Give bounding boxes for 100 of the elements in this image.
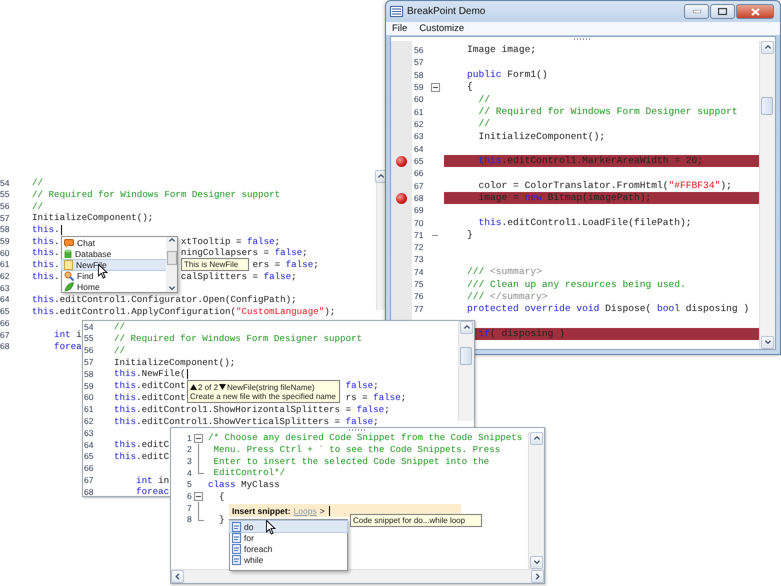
code-line: calSplitters = false; <box>180 272 297 281</box>
line-number: 67 <box>84 476 94 484</box>
scroll-thumb[interactable] <box>761 97 773 115</box>
scroll-down-button[interactable] <box>761 336 774 349</box>
line-number: 64 <box>414 144 424 154</box>
previous-overload-icon[interactable] <box>190 384 197 390</box>
snippet-item[interactable]: for <box>230 532 347 543</box>
line-number: 59 <box>0 237 10 246</box>
scroll-down-button[interactable] <box>530 556 543 569</box>
completion-item[interactable]: NewFile <box>62 260 166 270</box>
code-line: ningCollapsers = false; <box>180 248 308 258</box>
line-number: 3 <box>187 456 192 466</box>
code-line: this. <box>32 272 60 281</box>
line-number: 56 <box>414 46 424 54</box>
code-line: InitializeComponent(); <box>478 132 606 142</box>
method-description: Create a new file with the specified name <box>190 392 337 400</box>
line-number: 74 <box>414 268 424 276</box>
scroll-thumb[interactable] <box>167 251 177 265</box>
code-line: color = ColorTranslator.FromHtml("#FFBF34"); <box>478 180 732 191</box>
scroll-right-button[interactable] <box>531 570 544 583</box>
line-number: 70 <box>414 218 424 227</box>
collapse-icon[interactable] <box>431 83 440 92</box>
code-line: false; <box>346 381 379 390</box>
completion-item[interactable]: Home <box>62 281 166 292</box>
list-scrollbar[interactable] <box>166 237 177 292</box>
line-number: 68 <box>0 342 10 351</box>
snippet-icon <box>232 522 241 532</box>
tooltip: This is NewFile <box>181 258 249 271</box>
menu-item[interactable]: File <box>392 23 408 34</box>
line-number: 65 <box>0 307 10 316</box>
completion-item[interactable]: Find <box>62 270 166 282</box>
line-number: 54 <box>84 322 94 332</box>
breakpoint-icon[interactable] <box>396 156 407 167</box>
chevron-up-icon <box>764 44 772 51</box>
vertical-scrollbar[interactable] <box>528 432 544 569</box>
code-line: forea <box>53 342 82 352</box>
snippet-item[interactable]: while <box>230 554 347 565</box>
breakpoint-icon[interactable] <box>396 192 407 204</box>
code-line: ers = false; <box>252 260 319 270</box>
code-editor[interactable] <box>170 427 545 584</box>
minimize-icon <box>692 10 700 13</box>
code-line: this.editControl1.Configurator.Open(ConfigPath); <box>32 295 297 304</box>
scroll-up-button[interactable] <box>460 321 473 334</box>
tooltip: Code snippet for do...while loop <box>350 514 482 527</box>
vertical-scrollbar[interactable] <box>376 170 385 310</box>
chevron-right-icon <box>534 573 542 580</box>
collapse-icon[interactable] <box>194 434 203 443</box>
line-number: 71 <box>414 230 424 240</box>
code-line: int in <box>135 476 170 485</box>
line-number: 63 <box>414 132 424 141</box>
next-overload-icon[interactable] <box>219 384 226 390</box>
code-line: class MyClass <box>208 480 280 490</box>
leaf-icon <box>64 282 74 292</box>
close-button[interactable] <box>736 4 774 19</box>
code-line: foreac <box>135 487 170 496</box>
completion-item[interactable]: Database <box>62 248 166 260</box>
line-number: 8 <box>187 515 192 524</box>
close-icon <box>750 8 760 16</box>
text-cursor <box>328 506 330 516</box>
chat-icon <box>64 238 74 248</box>
minimize-button[interactable] <box>684 4 709 19</box>
scroll-up-button[interactable] <box>374 170 385 183</box>
horizontal-scrollbar[interactable] <box>171 569 544 583</box>
code-line: this. <box>32 248 60 258</box>
line-number: 76 <box>414 292 424 301</box>
line-number: 62 <box>84 417 94 426</box>
line-number: 4 <box>187 468 192 478</box>
note-icon <box>64 260 73 270</box>
code-line: protected override void Dispose( bool disposing ) <box>467 304 750 314</box>
scroll-up-button[interactable] <box>761 41 774 54</box>
snippet-item[interactable]: foreach <box>230 543 347 554</box>
maximize-button[interactable] <box>710 4 735 19</box>
method-signature: NewFile(string fileName) <box>227 382 315 392</box>
path-separator: > <box>320 506 325 516</box>
code-line: this.editControl1.LoadFile(filePath); <box>478 218 692 228</box>
line-number: 55 <box>84 334 94 343</box>
line-number: 63 <box>84 428 94 438</box>
scroll-thumb[interactable] <box>460 347 472 365</box>
collapse-icon[interactable] <box>194 492 203 502</box>
menu-item[interactable]: Customize <box>419 23 464 34</box>
code-line: Enter to insert the selected Code Snippet into the <box>212 456 490 466</box>
code-line: xtTooltip = false; <box>180 236 280 246</box>
code-line: image = new Bitmap(imagePath); <box>478 193 652 203</box>
line-number: 61 <box>0 260 10 269</box>
line-number: 58 <box>414 70 424 80</box>
app-icon <box>390 6 403 17</box>
scroll-left-button[interactable] <box>171 570 184 583</box>
code-line: } <box>467 230 473 240</box>
maximize-icon <box>718 8 727 15</box>
scroll-up-button[interactable] <box>530 432 543 445</box>
vertical-scrollbar[interactable] <box>759 41 775 349</box>
completion-item[interactable]: Chat <box>62 238 166 249</box>
line-number: 56 <box>84 346 94 355</box>
snippet-item[interactable]: do <box>230 521 347 532</box>
vertical-scrollbar[interactable] <box>458 321 474 421</box>
overload-counter: 2 of 2 <box>198 382 218 392</box>
chevron-up-icon <box>532 435 540 442</box>
code-line: } <box>218 515 225 524</box>
line-number: 7 <box>187 504 192 512</box>
snippet-icon <box>232 544 241 554</box>
